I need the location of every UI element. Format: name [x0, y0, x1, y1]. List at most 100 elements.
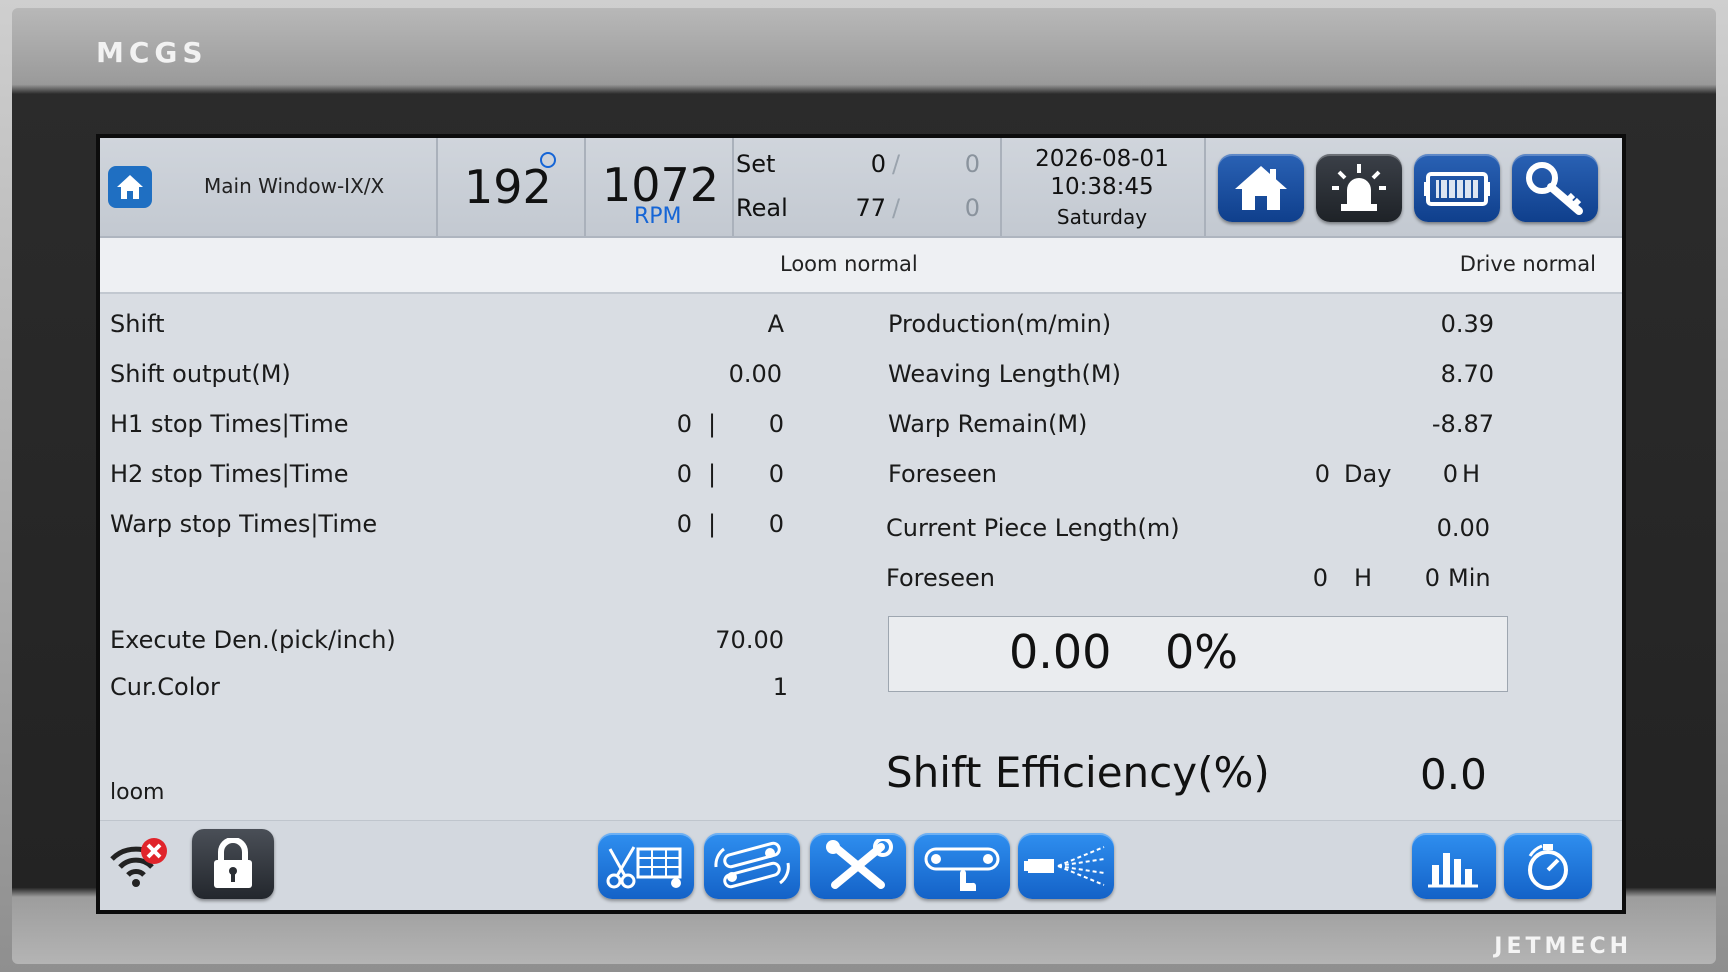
hmi-screen: Main Window-IX/X 192 1072 RPM Set 0 / 0 … [100, 138, 1622, 910]
h1-stop-times: 0 [676, 410, 692, 438]
piece-length-label: Current Piece Length(m) [886, 514, 1180, 542]
shift-label: Shift [110, 310, 165, 338]
key-button[interactable] [1512, 154, 1598, 222]
time: 10:38:45 [1050, 174, 1154, 200]
summary-value: 0.00 [1009, 625, 1112, 679]
rollers-button[interactable] [704, 833, 800, 899]
bottom-toolbar [100, 820, 1622, 910]
statistics-button[interactable] [1412, 833, 1496, 899]
set-value: 0 [870, 150, 886, 178]
h2-stop-label: H2 stop Times|Time [110, 460, 349, 488]
speed-unit: RPM [634, 204, 682, 229]
h2-stop-times: 0 [676, 460, 692, 488]
foreseen-day-unit: Day [1344, 460, 1392, 488]
set-value2: 0 [964, 150, 980, 178]
piece-length-value: 0.00 [1436, 514, 1490, 542]
foreseen2-min-unit: Min [1448, 564, 1491, 592]
alarm-button[interactable] [1316, 154, 1402, 222]
warp-stop-times: 0 [676, 510, 692, 538]
h2-stop-time: 0 [768, 460, 784, 488]
foreseen2-hour-unit: H [1354, 564, 1373, 592]
warp-stop-label: Warp stop Times|Time [110, 510, 378, 538]
cut-fabric-icon [606, 846, 682, 889]
shift-value: A [767, 310, 784, 338]
warp-stop-time: 0 [768, 510, 784, 538]
real-separator: / [892, 194, 901, 222]
angle-cell: 192 [436, 138, 586, 236]
top-bar: Main Window-IX/X 192 1072 RPM Set 0 / 0 … [100, 138, 1622, 238]
h1-stop-separator: | [708, 410, 717, 438]
h1-stop-time: 0 [768, 410, 784, 438]
date: 2026-08-01 [1035, 146, 1169, 172]
foreseen-hours-value: 0 [1442, 460, 1458, 488]
tools-icon [826, 839, 893, 889]
brand-logo-bottom: JETMECH [1494, 934, 1632, 959]
shift-efficiency-value: 0.0 [1420, 750, 1487, 799]
weaving-length-value: 8.70 [1440, 360, 1494, 388]
angle-value: 192 [464, 160, 552, 214]
conveyor-hand-icon [924, 847, 1000, 891]
home-icon [1235, 166, 1287, 210]
drive-status: Drive normal [1459, 252, 1596, 276]
weekday: Saturday [1056, 205, 1148, 229]
real-label: Real [736, 194, 788, 222]
window-title-cell: Main Window-IX/X [100, 138, 438, 236]
degree-icon [540, 152, 556, 168]
device-bezel: MCGS JETMECH Main Window-IX/X 192 1072 R… [0, 0, 1728, 972]
loom-footer-label: loom [110, 780, 165, 805]
bar-chart-icon [1428, 853, 1478, 888]
wifi-status[interactable] [108, 835, 172, 889]
h1-stop-label: H1 stop Times|Time [110, 410, 349, 438]
warp-remain-value: -8.87 [1431, 410, 1494, 438]
color-label: Cur.Color [110, 673, 220, 701]
foreseen-days-value: 0 [1314, 460, 1330, 488]
color-value: 1 [772, 673, 788, 701]
shift-output-value: 0.00 [728, 360, 782, 388]
warp-stop-separator: | [708, 510, 717, 538]
set-real-cell: Set 0 / 0 Real 77 / 0 [732, 138, 1002, 236]
foreseen2-hours-value: 0 [1312, 564, 1328, 592]
conveyor-hand-button[interactable] [914, 833, 1010, 899]
set-label: Set [736, 150, 776, 178]
tools-button[interactable] [810, 833, 906, 899]
set-separator: / [892, 150, 901, 178]
machine-button[interactable] [1414, 154, 1500, 222]
brand-logo-top: MCGS [96, 36, 208, 69]
home-button[interactable] [1218, 154, 1304, 222]
timer-icon [1528, 844, 1568, 890]
foreseen-days-label: Foreseen [888, 460, 997, 488]
spray-button[interactable] [1018, 833, 1114, 899]
spray-nozzle-icon [1024, 846, 1105, 886]
production-value: 0.39 [1440, 310, 1494, 338]
home-icon [117, 175, 143, 199]
key-icon [1526, 162, 1583, 215]
loom-status: Loom normal [780, 252, 918, 276]
summary-percent: 0% [1165, 625, 1238, 679]
real-value2: 0 [964, 194, 980, 222]
density-value: 70.00 [715, 626, 784, 654]
lock-button[interactable] [192, 829, 274, 899]
foreseen2-mins-value: 0 [1424, 564, 1440, 592]
alarm-light-icon [1332, 164, 1386, 211]
weaving-length-label: Weaving Length(M) [888, 360, 1121, 388]
shift-output-label: Shift output(M) [110, 360, 291, 388]
status-bar: Loom normal Drive normal [100, 238, 1622, 294]
datetime-cell: 2026-08-01 10:38:45 Saturday [1000, 138, 1206, 236]
wifi-disconnected-icon [110, 838, 167, 887]
window-title: Main Window-IX/X [204, 174, 385, 198]
warp-remain-label: Warp Remain(M) [888, 410, 1088, 438]
home-small-button[interactable] [108, 166, 152, 208]
h2-stop-separator: | [708, 460, 717, 488]
production-summary-box: 0.00 0% [888, 616, 1508, 692]
speed-cell: 1072 RPM [584, 138, 734, 236]
lock-icon [214, 838, 252, 888]
foreseen-time-label: Foreseen [886, 564, 995, 592]
cut-fabric-button[interactable] [598, 833, 694, 899]
foreseen-hour-unit: H [1462, 460, 1481, 488]
timer-button[interactable] [1504, 833, 1592, 899]
machine-icon [1424, 172, 1490, 206]
shift-efficiency-label: Shift Efficiency(%) [886, 748, 1270, 797]
density-label: Execute Den.(pick/inch) [110, 626, 396, 654]
production-label: Production(m/min) [888, 310, 1112, 338]
rollers-icon [714, 841, 790, 889]
